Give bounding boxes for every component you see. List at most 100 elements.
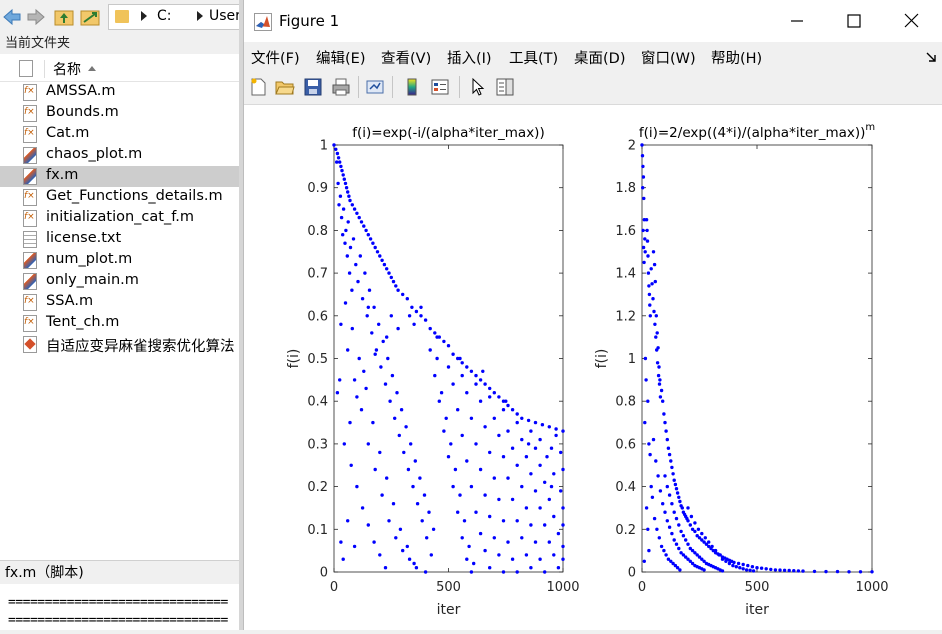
- file-list-item[interactable]: num_plot.m: [0, 250, 242, 271]
- address-segment-users[interactable]: Users: [209, 8, 242, 24]
- data-point: [385, 335, 389, 339]
- file-list-item[interactable]: initialization_cat_f.m: [0, 208, 242, 229]
- file-list-item[interactable]: 自适应变异麻雀搜索优化算法: [0, 334, 242, 355]
- file-list-item[interactable]: only_main.m: [0, 271, 242, 292]
- data-point: [529, 472, 533, 476]
- data-point: [648, 314, 652, 318]
- legend-icon[interactable]: [430, 77, 450, 97]
- data-point: [520, 484, 524, 489]
- data-point: [377, 322, 381, 326]
- property-inspector-icon[interactable]: [495, 77, 515, 97]
- data-point: [835, 569, 840, 574]
- figure-title-bar: Figure 1: [244, 0, 942, 42]
- data-point: [529, 429, 533, 433]
- data-point: [684, 538, 688, 542]
- data-point: [665, 519, 669, 523]
- data-point: [746, 563, 750, 568]
- data-point: [428, 348, 432, 352]
- data-point: [689, 514, 694, 519]
- data-point: [506, 476, 510, 480]
- data-point: [346, 220, 350, 224]
- figure-toolbar: [244, 70, 942, 105]
- address-segment-drive[interactable]: C:: [157, 8, 172, 24]
- chevron-right-icon: [197, 11, 203, 21]
- data-point: [478, 378, 483, 382]
- data-point: [429, 553, 433, 557]
- file-list-item[interactable]: Get_Functions_details.m: [0, 187, 242, 208]
- navigation-bar: C: Users: [0, 0, 242, 34]
- minimize-icon[interactable]: [782, 8, 812, 34]
- data-point: [561, 523, 565, 527]
- data-point: [405, 544, 409, 549]
- address-bar[interactable]: C: Users: [108, 4, 242, 30]
- maximize-icon[interactable]: [839, 8, 869, 34]
- data-point: [465, 365, 469, 369]
- file-list-item[interactable]: SSA.m: [0, 292, 242, 313]
- data-point: [360, 297, 365, 301]
- menu-edit[interactable]: 编辑(E): [316, 47, 365, 68]
- data-point: [469, 484, 474, 489]
- y-tick-label: 0.1: [307, 523, 328, 538]
- dock-arrow-icon[interactable]: [925, 51, 937, 63]
- data-point: [858, 570, 863, 574]
- menu-view[interactable]: 查看(V): [381, 47, 431, 68]
- data-point: [444, 416, 448, 420]
- data-point: [474, 382, 478, 386]
- menu-insert[interactable]: 插入(I): [447, 47, 492, 68]
- data-point: [529, 566, 533, 570]
- file-list-item[interactable]: fx.m: [0, 166, 242, 187]
- data-point: [355, 395, 359, 399]
- figure-canvas[interactable]: 0 0.1 0.2 0.3 0.4 0.5 0.6 0.7 0.8 0.9 1 0 500 1000 f(i…: [244, 105, 942, 630]
- data-point: [510, 408, 515, 412]
- data-point: [556, 531, 561, 536]
- data-point: [371, 241, 375, 245]
- matlab-script-icon: [23, 168, 37, 185]
- name-column-header[interactable]: 名称: [53, 59, 81, 79]
- menu-file[interactable]: 文件(F): [251, 47, 300, 68]
- file-list-item[interactable]: chaos_plot.m: [0, 145, 242, 166]
- axes-title: f(i)=exp(-i/(alpha*iter_max)): [352, 125, 544, 141]
- data-point: [641, 186, 645, 190]
- menu-window[interactable]: 窗口(W): [641, 47, 696, 68]
- print-icon[interactable]: [331, 77, 351, 97]
- data-point: [652, 262, 657, 267]
- file-list-item[interactable]: Tent_ch.m: [0, 313, 242, 334]
- pointer-icon[interactable]: [468, 77, 488, 97]
- new-figure-icon[interactable]: [248, 77, 268, 97]
- file-list-item[interactable]: Bounds.m: [0, 103, 242, 124]
- save-icon[interactable]: [303, 77, 323, 97]
- data-point: [350, 326, 354, 331]
- colorbar-icon[interactable]: [402, 77, 422, 97]
- close-icon[interactable]: [897, 8, 927, 34]
- data-point: [554, 427, 558, 431]
- link-plot-icon[interactable]: [365, 77, 385, 97]
- data-point: [409, 442, 413, 446]
- data-point: [643, 420, 647, 425]
- file-list-item[interactable]: AMSSA.m: [0, 82, 242, 103]
- folder-icon: [115, 10, 129, 23]
- data-point: [488, 514, 492, 519]
- data-point: [672, 478, 676, 482]
- data-point: [460, 373, 464, 378]
- menu-tools[interactable]: 工具(T): [509, 47, 558, 68]
- browse-folder-icon[interactable]: [80, 7, 100, 27]
- details-preview: ============================== =========…: [0, 585, 242, 630]
- file-list-item[interactable]: Cat.m: [0, 124, 242, 145]
- menu-help[interactable]: 帮助(H): [711, 47, 762, 68]
- file-list-item[interactable]: license.txt: [0, 229, 242, 250]
- data-point: [538, 463, 542, 467]
- back-arrow-icon[interactable]: [2, 7, 22, 27]
- live-script-icon: [23, 336, 37, 353]
- file-name: Get_Functions_details.m: [46, 188, 223, 204]
- forward-arrow-icon[interactable]: [26, 7, 46, 27]
- open-icon[interactable]: [275, 77, 295, 97]
- up-folder-icon[interactable]: [54, 7, 74, 27]
- data-point: [389, 275, 393, 280]
- data-point: [547, 425, 551, 429]
- menu-desktop[interactable]: 桌面(D): [574, 47, 625, 68]
- data-point: [442, 429, 446, 433]
- data-point: [655, 331, 659, 335]
- data-point: [346, 348, 350, 352]
- data-point: [368, 237, 373, 241]
- chevron-right-icon: [141, 11, 147, 21]
